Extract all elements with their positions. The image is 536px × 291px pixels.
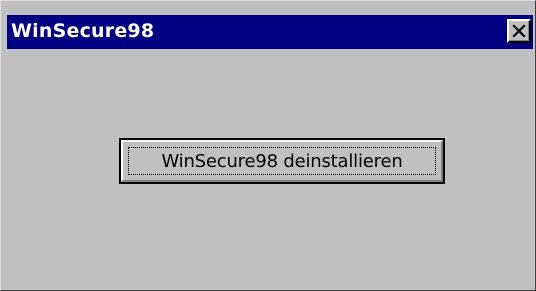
dialog-window: WinSecure98 WinSecure98 deinstallieren (0, 0, 536, 291)
button-bevel: WinSecure98 deinstallieren (121, 140, 443, 182)
dialog-client-area: WinSecure98 deinstallieren (7, 49, 533, 288)
uninstall-button-label: WinSecure98 deinstallieren (161, 150, 403, 172)
window-title: WinSecure98 (11, 20, 155, 42)
title-bar[interactable]: WinSecure98 (7, 15, 533, 49)
focus-rectangle: WinSecure98 deinstallieren (128, 147, 436, 175)
close-icon (512, 24, 526, 38)
uninstall-button[interactable]: WinSecure98 deinstallieren (119, 138, 445, 184)
close-button[interactable] (507, 19, 531, 43)
